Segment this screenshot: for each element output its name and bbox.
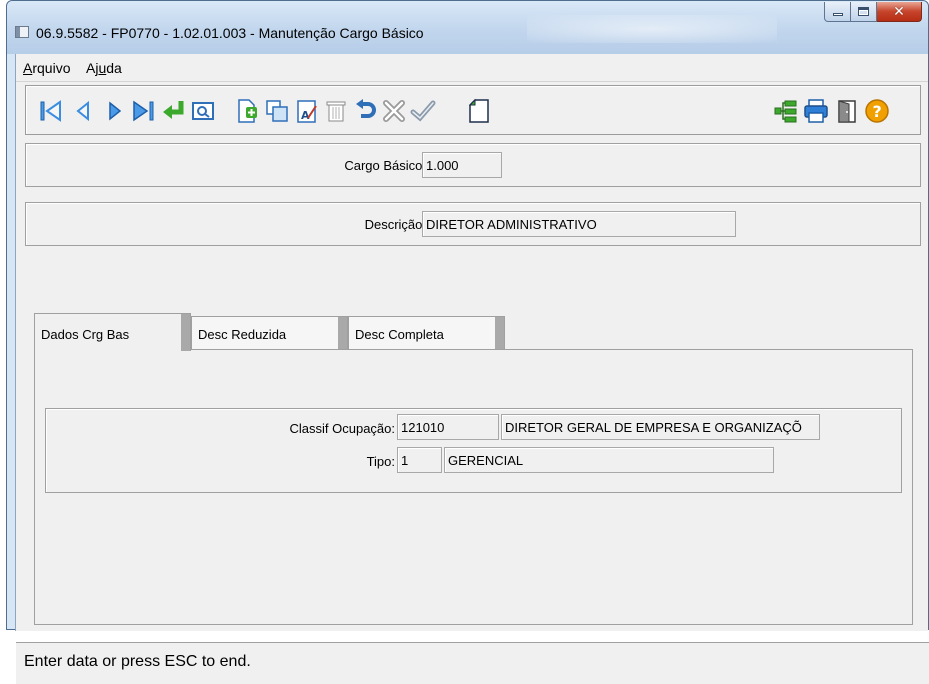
menu-ajuda-label-end: da (106, 60, 122, 76)
exit-door-icon (838, 100, 856, 123)
window-controls: ✕ (824, 2, 922, 22)
status-bar: Enter data or press ESC to end. (16, 642, 929, 684)
cargo-basico-field[interactable]: 1.000 (422, 152, 502, 178)
menu-arquivo-label: rquivo (32, 60, 71, 76)
menu-ajuda[interactable]: Ajuda (86, 60, 122, 76)
confirm-button[interactable] (410, 98, 436, 124)
tab-dados-crg-bas[interactable]: Dados Crg Bas (34, 313, 191, 351)
classificacao-group: Classif Ocupação: 121010 DIRETOR GERAL D… (45, 408, 902, 493)
trash-icon (326, 101, 346, 122)
close-icon: ✕ (893, 3, 905, 20)
new-document-button[interactable] (466, 98, 492, 124)
next-arrow-icon (109, 101, 122, 121)
return-button[interactable] (160, 98, 186, 124)
undo-button[interactable] (353, 98, 379, 124)
edit-document-icon: A (297, 100, 317, 123)
last-record-button[interactable] (130, 98, 156, 124)
delete-button[interactable] (323, 98, 349, 124)
edit-button[interactable]: A (294, 98, 320, 124)
menu-arquivo[interactable]: Arquivo (23, 60, 70, 76)
tipo-label: Tipo: (366, 454, 395, 469)
tab-divider (338, 317, 347, 350)
tree-view-button[interactable] (773, 98, 799, 124)
copy-button[interactable] (264, 98, 290, 124)
new-record-button[interactable] (234, 98, 260, 124)
cancel-x-icon (383, 100, 405, 122)
tab-content-dados: Classif Ocupação: 121010 DIRETOR GERAL D… (34, 349, 913, 625)
copy-icon (266, 100, 288, 122)
first-record-button[interactable] (38, 98, 64, 124)
tipo-code-field[interactable]: 1 (397, 447, 442, 473)
svg-text:?: ? (873, 102, 882, 121)
classif-ocupacao-desc-field: DIRETOR GERAL DE EMPRESA E ORGANIZAÇÕ (501, 414, 820, 440)
application-window: 06.9.5582 - FP0770 - 1.02.01.003 - Manut… (6, 0, 929, 684)
tab-divider (495, 317, 504, 350)
menu-ajuda-label-start: Aj (86, 60, 99, 76)
return-arrow-icon (163, 101, 184, 119)
cancel-button[interactable] (381, 98, 407, 124)
view-icon (192, 102, 214, 120)
classif-ocupacao-label: Classif Ocupação: (289, 421, 396, 436)
first-record-icon (40, 100, 61, 122)
menu-arquivo-mnemonic: A (23, 60, 33, 76)
cargo-basico-panel: Cargo Básico: 1.000 (25, 143, 921, 187)
status-text: Enter data or press ESC to end. (24, 653, 251, 670)
tab-desc-reduzida[interactable]: Desc Reduzida (191, 316, 348, 351)
undo-icon (356, 99, 376, 118)
descricao-label: Descrição: (364, 217, 426, 232)
tab-desc-reduzida-label: Desc Reduzida (198, 327, 287, 342)
title-glow (527, 15, 777, 43)
tab-dados-crg-bas-label: Dados Crg Bas (41, 327, 130, 342)
last-record-icon (133, 100, 154, 122)
descricao-field[interactable]: DIRETOR ADMINISTRATIVO (422, 211, 736, 237)
maximize-button[interactable] (851, 2, 877, 22)
next-record-button[interactable] (102, 98, 128, 124)
tab-desc-completa-label: Desc Completa (355, 327, 444, 342)
client-area: Arquivo Ajuda A ? Cargo Básico: 1.000 De… (15, 54, 929, 684)
help-button[interactable]: ? (864, 98, 890, 124)
minimize-icon (832, 13, 843, 16)
exit-button[interactable] (834, 98, 860, 124)
printer-icon (804, 99, 828, 123)
maximize-icon (858, 7, 869, 16)
view-button[interactable] (190, 98, 216, 124)
blank-page-icon (468, 98, 489, 123)
tab-divider (181, 314, 190, 351)
tab-desc-completa[interactable]: Desc Completa (348, 316, 505, 351)
checkmark-icon (410, 100, 436, 122)
app-icon[interactable] (15, 26, 29, 38)
help-question-icon: ? (865, 99, 889, 123)
descricao-panel: Descrição: DIRETOR ADMINISTRATIVO (25, 202, 921, 246)
classif-ocupacao-code-field[interactable]: 121010 (397, 414, 499, 440)
minimize-button[interactable] (824, 2, 851, 22)
window-title: 06.9.5582 - FP0770 - 1.02.01.003 - Manut… (36, 25, 424, 41)
toolbar: A ? (25, 85, 921, 135)
cargo-basico-label: Cargo Básico: (344, 158, 426, 173)
previous-arrow-icon (76, 100, 89, 122)
close-button[interactable]: ✕ (877, 2, 922, 22)
print-button[interactable] (803, 98, 829, 124)
title-bar[interactable]: 06.9.5582 - FP0770 - 1.02.01.003 - Manut… (7, 1, 928, 54)
tipo-desc-field: GERENCIAL (444, 447, 774, 473)
tree-structure-icon (774, 100, 797, 123)
new-document-plus-icon (238, 99, 257, 123)
menu-bar: Arquivo Ajuda (16, 54, 928, 82)
previous-record-button[interactable] (70, 98, 96, 124)
